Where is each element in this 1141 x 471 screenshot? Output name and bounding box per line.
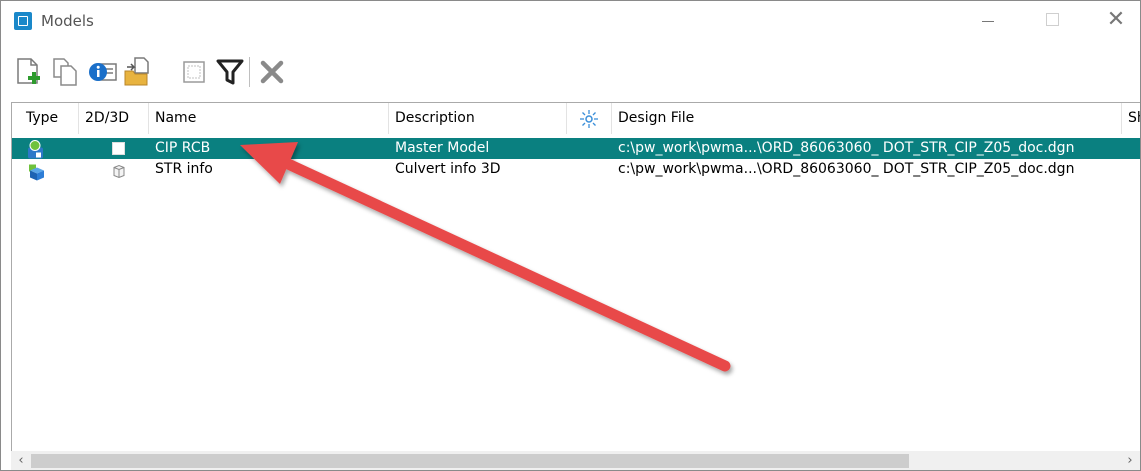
- frame-icon[interactable]: [177, 55, 211, 89]
- close-icon: ✕: [1106, 6, 1126, 32]
- 2d-model-icon: [112, 142, 125, 155]
- column-header-name[interactable]: Name: [149, 103, 389, 134]
- toolbar: [1, 53, 1140, 93]
- delete-x-icon[interactable]: [255, 55, 289, 89]
- copy-pages-icon[interactable]: [49, 55, 83, 89]
- row-design-file: c:\pw_work\pwma...\ORD_86063060_ DOT_STR…: [618, 140, 1075, 156]
- minimize-icon: [982, 20, 994, 22]
- horizontal-scrollbar[interactable]: ‹ ›: [11, 451, 1140, 470]
- scroll-right-button[interactable]: ›: [1120, 451, 1140, 470]
- info-icon[interactable]: [85, 55, 119, 89]
- folder-import-icon[interactable]: [121, 55, 155, 89]
- 3d-cube-icon: [113, 164, 125, 179]
- models-dialog: Models ✕ Type 2D/3D Name Description Des…: [0, 0, 1141, 471]
- models-list[interactable]: Type 2D/3D Name Description Design File …: [11, 102, 1140, 461]
- row-name: STR info: [155, 161, 213, 177]
- table-row[interactable]: CIP RCB Master Model c:\pw_work\pwma...\…: [12, 138, 1140, 159]
- title-bar[interactable]: Models ✕: [1, 1, 1140, 43]
- scroll-left-button[interactable]: ‹: [11, 451, 31, 470]
- column-header-display[interactable]: [567, 103, 612, 134]
- column-header-sh[interactable]: Sh: [1122, 103, 1140, 134]
- models-app-icon: [14, 12, 32, 30]
- toolbar-separator: [249, 57, 250, 87]
- column-header-2d3d[interactable]: 2D/3D: [79, 103, 149, 134]
- row-design-file: c:\pw_work\pwma...\ORD_86063060_ DOT_STR…: [618, 161, 1075, 177]
- row-description: Master Model: [395, 140, 490, 156]
- column-header-type[interactable]: Type: [12, 103, 79, 134]
- list-header: Type 2D/3D Name Description Design File …: [12, 103, 1140, 134]
- table-row[interactable]: STR info Culvert info 3D c:\pw_work\pwma…: [12, 159, 1140, 181]
- column-header-design-file[interactable]: Design File: [612, 103, 1122, 134]
- sun-icon: [580, 110, 598, 128]
- row-description: Culvert info 3D: [395, 161, 501, 177]
- window-title: Models: [41, 12, 94, 30]
- filter-icon[interactable]: [213, 55, 247, 89]
- minimize-button[interactable]: [963, 1, 1013, 37]
- maximize-button[interactable]: [1027, 1, 1077, 37]
- design-model-icon: [28, 140, 43, 159]
- close-button[interactable]: ✕: [1091, 1, 1140, 37]
- row-name: CIP RCB: [155, 140, 211, 156]
- scrollbar-thumb[interactable]: [31, 454, 909, 468]
- page-plus-icon[interactable]: [13, 55, 47, 89]
- 3d-model-icon: [29, 164, 44, 181]
- maximize-icon: [1045, 12, 1059, 26]
- column-header-description[interactable]: Description: [389, 103, 567, 134]
